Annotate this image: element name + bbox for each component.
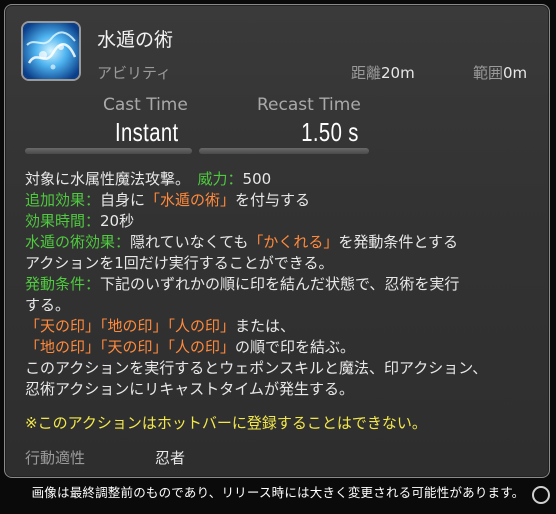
additional-effect-label: 追加効果： [25, 191, 101, 209]
potency-value: 500 [242, 170, 272, 188]
description-text: 対象に水属性魔法攻撃。 [25, 170, 183, 188]
recast-time-value: 1.50 s [301, 117, 359, 147]
description-line: 対象に水属性魔法攻撃。 威力：500 [25, 169, 539, 190]
water-splash-icon [21, 21, 81, 81]
action-description: 対象に水属性魔法攻撃。 威力：500 追加効果：自身に「水遁の術」を付与する 効… [25, 169, 539, 434]
condition-label: 発動条件： [25, 275, 101, 293]
recast-time-bar [199, 148, 369, 154]
status-name: 「水遁の術」 [145, 191, 236, 209]
description-line: 忍術アクションにリキャストタイムが発生する。 [25, 380, 354, 398]
status-effect-label: 水遁の術効果： [25, 233, 131, 251]
action-name: 水遁の術 [97, 29, 174, 51]
description-text: 隠れていなくても [130, 233, 249, 251]
job-value: 忍者 [155, 449, 186, 467]
radius-stat: 範囲0m [473, 62, 527, 83]
mudra-sequence: 「地の印」「天の印」「人の印」 [25, 338, 236, 356]
range-label: 距離 [351, 64, 382, 82]
recast-time-label: Recast Time [257, 95, 361, 115]
radius-label: 範囲 [473, 64, 504, 82]
duration-value: 20秒 [100, 212, 135, 230]
hotbar-note: ※このアクションはホットバーに登録することはできない。 [25, 414, 427, 432]
range-value: 20m [381, 64, 415, 82]
description-line: 水遁の術効果：隠れていなくても「かくれる」を発動条件とする [25, 232, 539, 253]
description-line: 「地の印」「天の印」「人の印」の順で印を結ぶ。 [25, 337, 539, 358]
potency-label: 威力： [197, 170, 243, 188]
cast-time-value: Instant [115, 117, 179, 147]
action-tooltip: 水遁の術 アビリティ 距離20m 範囲0m Cast Time Recast T… [4, 4, 550, 478]
description-text: 自身に [100, 191, 146, 209]
description-line: このアクションを実行するとウェポンスキルと魔法、印アクション、 [25, 359, 488, 377]
job-label: 行動適性 [25, 449, 86, 467]
mudra-sequence: 「天の印」「地の印」「人の印」 [25, 317, 236, 335]
action-category: アビリティ [97, 64, 172, 82]
duration-label: 効果時間： [25, 212, 101, 230]
description-text: を発動条件とする [338, 233, 458, 251]
description-text: を付与する [235, 191, 311, 209]
description-text: 下記のいずれかの順に印を結んだ状態で、忍術を実行 [100, 275, 460, 293]
radius-value: 0m [503, 64, 528, 82]
description-text: または、 [235, 317, 296, 335]
description-line: アクションを1回だけ実行することができる。 [25, 254, 334, 272]
disclaimer-caption: 画像は最終調整前のものであり、リリース時には大きく変更される可能性があります。 [31, 485, 525, 500]
cast-time-bar [25, 148, 192, 154]
description-line: 効果時間：20秒 [25, 211, 539, 232]
description-line: 「天の印」「地の印」「人の印」または、 [25, 316, 539, 337]
description-text: の順で印を結ぶ。 [235, 338, 356, 356]
description-line: 発動条件：下記のいずれかの順に印を結んだ状態で、忍術を実行 [25, 274, 539, 295]
description-line: 追加効果：自身に「水遁の術」を付与する [25, 190, 539, 211]
range-stat: 距離20m [351, 62, 415, 83]
status-name: 「かくれる」 [248, 233, 339, 251]
description-line: する。 [25, 296, 71, 314]
site-logo-icon [532, 486, 550, 504]
cast-time-label: Cast Time [103, 95, 188, 115]
